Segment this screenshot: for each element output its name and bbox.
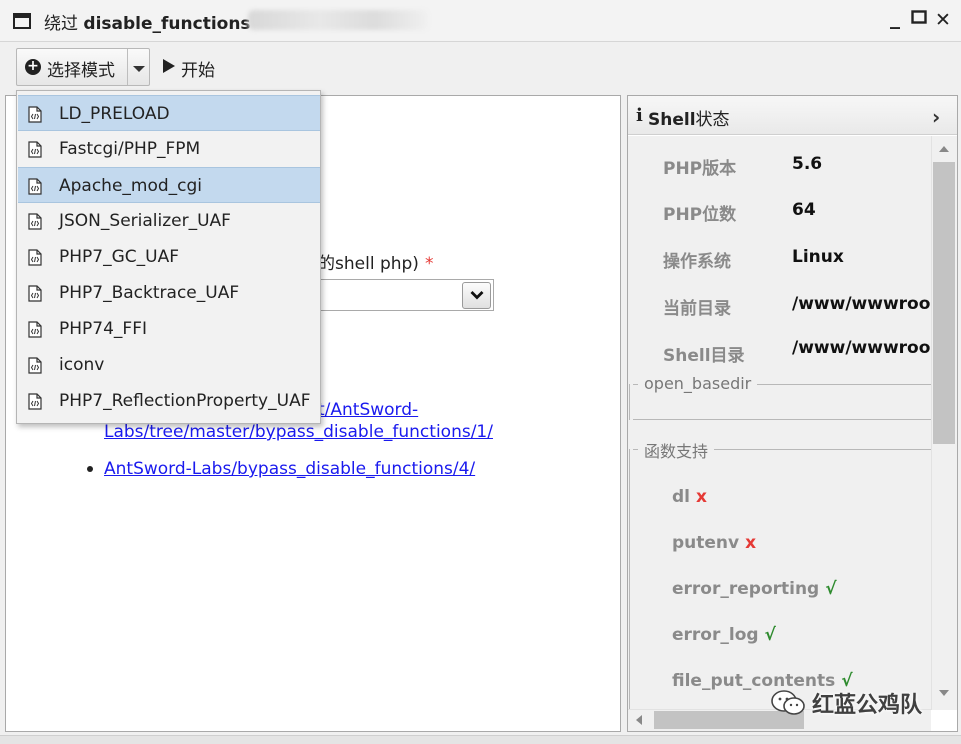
current-dir-value: /www/wwwroo [792, 294, 931, 314]
info-icon: i [636, 105, 643, 126]
os-value: Linux [792, 247, 844, 267]
shell-dir-key: Shell目录 [663, 346, 745, 366]
menu-item-php7-backtrace-uaf[interactable]: PHP7_Backtrace_UAF [18, 275, 320, 311]
menu-item-label: LD_PRELOAD [59, 104, 170, 124]
link-bypass-4[interactable]: AntSword-Labs/bypass_disable_functions/4… [104, 459, 475, 479]
menu-item-iconv[interactable]: iconv [18, 347, 320, 383]
play-icon[interactable] [163, 59, 175, 73]
menu-item-label: Fastcgi/PHP_FPM [59, 139, 201, 159]
required-asterisk: * [424, 254, 434, 274]
function-item-dl: dl x [672, 487, 707, 507]
menu-item-fastcgi-php-fpm[interactable]: Fastcgi/PHP_FPM [18, 131, 320, 167]
chevron-down-icon [470, 291, 484, 300]
current-dir-key: 当前目录 [663, 299, 731, 319]
wechat-icon [770, 689, 806, 721]
minimize-button[interactable]: _ [884, 6, 906, 28]
list-bullet [87, 466, 93, 472]
function-item-error-reporting: error_reporting √ [672, 579, 837, 599]
code-file-icon [28, 178, 42, 199]
code-file-icon [28, 249, 42, 270]
menu-item-label: JSON_Serializer_UAF [59, 211, 231, 231]
unsupported-mark: x [696, 487, 707, 507]
chevron-down-icon[interactable] [133, 66, 145, 72]
mode-dropdown-menu: LD_PRELOAD Fastcgi/PHP_FPM Apache_mod_cgi J… [16, 90, 321, 424]
function-item-error-log: error_log √ [672, 625, 776, 645]
vertical-scroll-thumb[interactable] [933, 162, 955, 444]
menu-item-label: PHP74_FFI [59, 319, 147, 339]
menu-item-label: iconv [59, 355, 105, 375]
scroll-down-icon[interactable] [939, 690, 949, 696]
form-field-label: 的shell php) * [318, 254, 434, 274]
maximize-icon [911, 10, 927, 24]
watermark-text: 红蓝公鸡队 [812, 693, 923, 718]
open-basedir-fieldset-left [629, 384, 630, 420]
menu-item-label: PHP7_GC_UAF [59, 247, 179, 267]
select-mode-label: 选择模式 [47, 61, 115, 81]
menu-item-json-serializer-uaf[interactable]: JSON_Serializer_UAF [18, 203, 320, 239]
chevron-right-icon[interactable]: › [932, 105, 940, 129]
code-file-icon [28, 213, 42, 234]
php-version-key: PHP版本 [663, 159, 737, 179]
menu-item-label: Apache_mod_cgi [59, 176, 203, 196]
function-support-legend: 函数支持 [638, 438, 715, 462]
php-bits-key: PHP位数 [663, 205, 737, 225]
menu-item-php7-gc-uaf[interactable]: PHP7_GC_UAF [18, 239, 320, 275]
select-dropdown-button[interactable] [462, 282, 491, 309]
menu-item-label: PHP7_Backtrace_UAF [59, 283, 240, 303]
open-basedir-fieldset-bottom [633, 419, 931, 420]
shell-dir-value: /www/wwwroo [792, 338, 931, 358]
function-support-fieldset-left [629, 449, 630, 709]
close-button[interactable]: ✕ [932, 9, 954, 31]
os-key: 操作系统 [663, 252, 731, 272]
unsupported-mark: x [745, 533, 757, 553]
open-basedir-legend: open_basedir [638, 374, 758, 393]
start-button[interactable]: 开始 [181, 56, 215, 81]
supported-mark: √ [764, 625, 776, 645]
code-file-icon [28, 393, 42, 414]
code-file-icon [28, 141, 42, 162]
code-file-icon [28, 321, 42, 342]
window-title: 绕过 disable_functions [44, 14, 251, 34]
maximize-button[interactable] [908, 9, 930, 31]
title-redacted-blur [248, 10, 428, 30]
code-file-icon [28, 285, 42, 306]
menu-item-label: PHP7_ReflectionProperty_UAF [59, 391, 311, 411]
supported-mark: √ [825, 579, 837, 599]
menu-item-php74-ffi[interactable]: PHP74_FFI [18, 311, 320, 347]
menu-item-php7-reflectionproperty-uaf[interactable]: PHP7_ReflectionProperty_UAF [18, 383, 320, 419]
function-item-putenv: putenv x [672, 533, 757, 553]
scroll-left-icon[interactable] [636, 715, 642, 725]
bottom-bar [0, 735, 961, 744]
link-bypass-1-line1[interactable]: t/AntSword- [318, 400, 418, 420]
window-icon [13, 13, 31, 29]
link-bypass-1[interactable]: Labs/tree/master/bypass_disable_function… [104, 422, 493, 442]
shell-status-title: Shell状态 [648, 110, 730, 130]
menu-item-ld-preload[interactable]: LD_PRELOAD [18, 95, 320, 131]
code-file-icon [28, 106, 42, 127]
plus-circle-icon: + [25, 59, 41, 75]
menu-item-apache-mod-cgi[interactable]: Apache_mod_cgi [18, 167, 320, 203]
split-button-divider [127, 49, 128, 85]
php-bits-value: 64 [792, 200, 816, 220]
code-file-icon [28, 357, 42, 378]
php-version-value: 5.6 [792, 154, 823, 174]
scroll-up-icon[interactable] [939, 146, 949, 152]
